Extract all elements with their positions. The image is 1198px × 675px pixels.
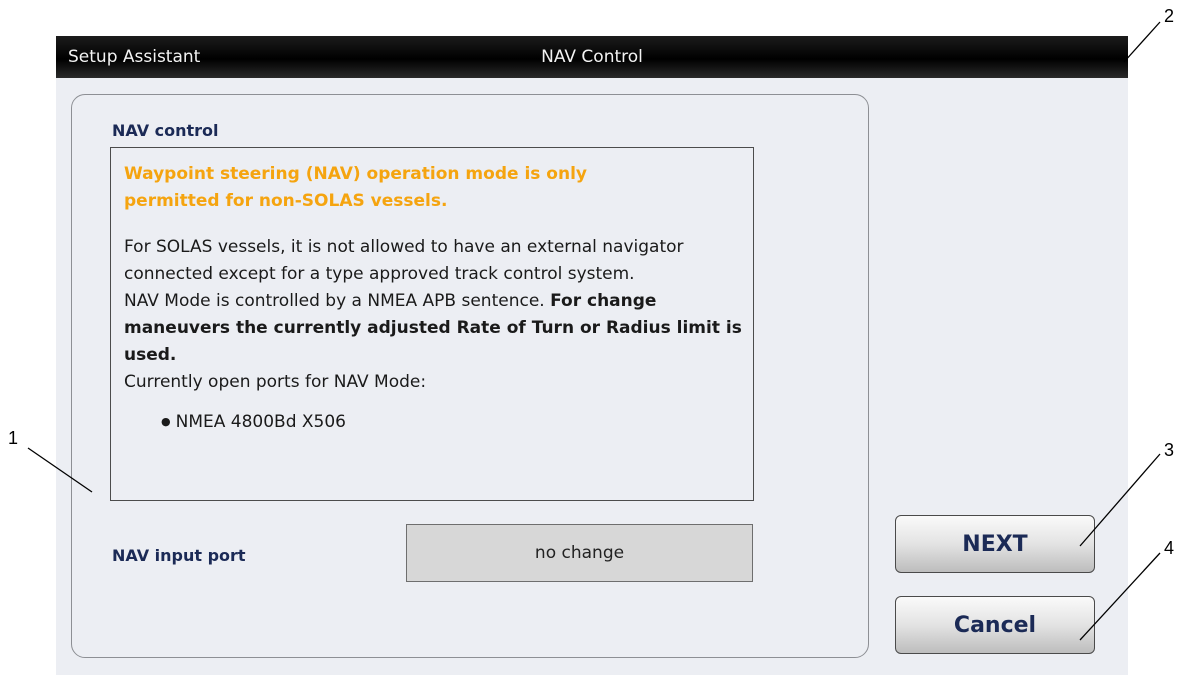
callout-3: 3 <box>1164 440 1175 460</box>
callout-4: 4 <box>1164 538 1175 558</box>
callout-2: 2 <box>1164 6 1175 26</box>
callout-lines <box>27 21 1161 641</box>
callout-1: 1 <box>8 428 19 448</box>
